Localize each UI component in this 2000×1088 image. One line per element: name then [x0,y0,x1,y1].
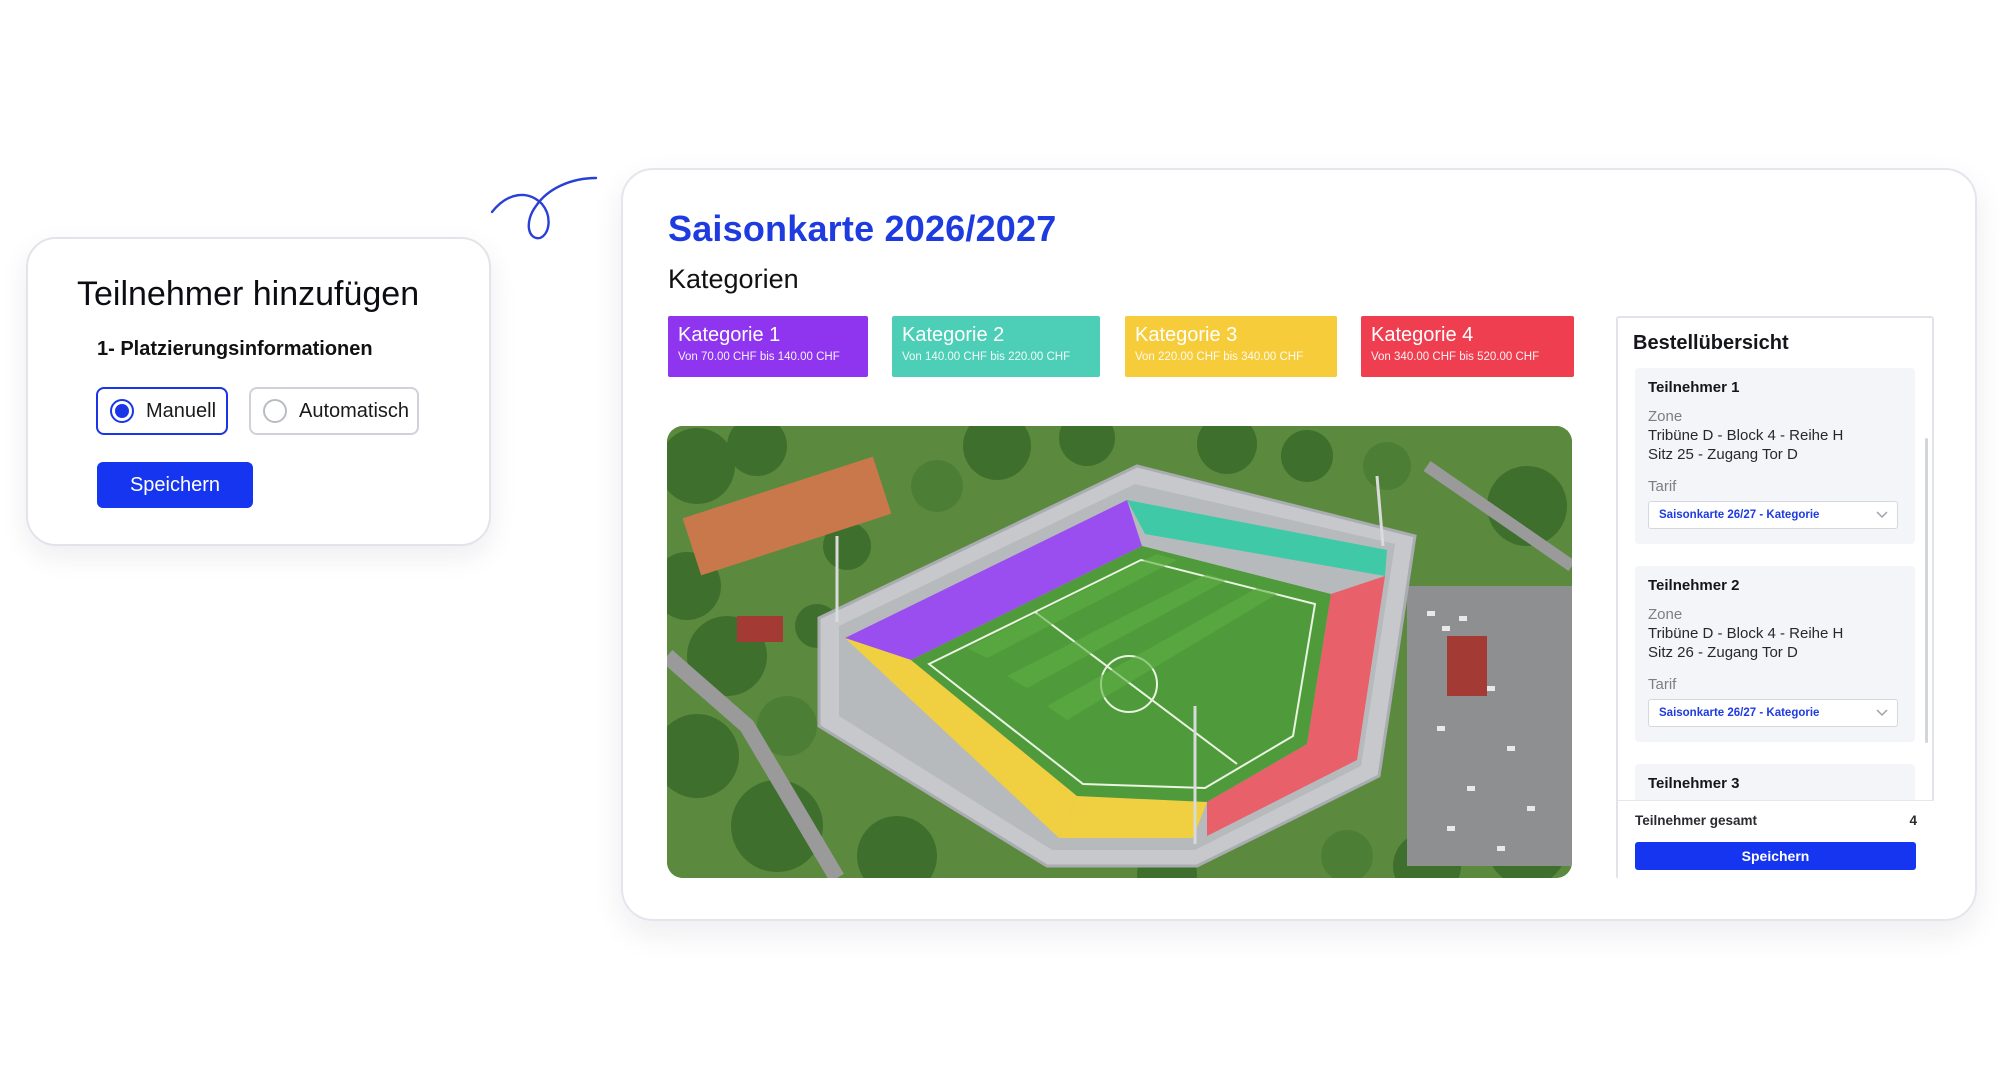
zone-line-2: Sitz 25 - Zugang Tor D [1648,446,1798,463]
participant-name: Teilnehmer 1 [1648,379,1740,396]
zone-line-1: Tribüne D - Block 4 - Reihe H [1648,427,1844,444]
zone-line-1: Tribüne D - Block 4 - Reihe H [1648,625,1844,642]
category-name: Kategorie 2 [902,324,1005,346]
category-price-range: Von 340.00 CHF bis 520.00 CHF [1371,351,1540,363]
radio-checked-icon [110,399,134,423]
category-4-chip[interactable]: Kategorie 4 Von 340.00 CHF bis 520.00 CH… [1361,316,1574,377]
category-2-chip[interactable]: Kategorie 2 Von 140.00 CHF bis 220.00 CH… [892,316,1100,377]
category-name: Kategorie 1 [678,324,781,346]
order-save-button[interactable]: Speichern [1635,842,1916,870]
categories-heading: Kategorien [668,264,799,294]
tarif-select[interactable]: Saisonkarte 26/27 - Kategorie [1648,501,1898,529]
total-participants-label: Teilnehmer gesamt [1635,813,1758,828]
zone-label: Zone [1648,606,1683,623]
participant-name: Teilnehmer 2 [1648,577,1740,594]
participant-name: Teilnehmer 3 [1648,775,1740,792]
category-name: Kategorie 3 [1135,324,1238,346]
zone-line-2: Sitz 26 - Zugang Tor D [1648,644,1798,661]
radio-label-manual: Manuell [146,399,217,422]
radio-option-manual[interactable]: Manuell [96,387,228,435]
order-overview-title: Bestellübersicht [1633,332,1789,354]
radio-label-automatic: Automatisch [299,399,410,422]
tarif-label: Tarif [1648,478,1677,495]
category-price-range: Von 140.00 CHF bis 220.00 CHF [902,351,1071,363]
participant-card: Teilnehmer 1 Zone Tribüne D - Block 4 - … [1635,368,1915,544]
tarif-select-value: Saisonkarte 26/27 - Kategorie [1659,509,1820,521]
tarif-label: Tarif [1648,676,1677,693]
chevron-down-icon [1876,511,1888,519]
add-participant-title: Teilnehmer hinzufügen [77,275,420,313]
radio-unchecked-icon [263,399,287,423]
participant-card: Teilnehmer 2 Zone Tribüne D - Block 4 - … [1635,566,1915,742]
page-title: Saisonkarte 2026/2027 [668,208,1057,249]
tarif-select[interactable]: Saisonkarte 26/27 - Kategorie [1648,699,1898,727]
participant-list[interactable]: Teilnehmer 1 Zone Tribüne D - Block 4 - … [1618,368,1934,830]
chevron-down-icon [1876,709,1888,717]
zone-label: Zone [1648,408,1683,425]
category-price-range: Von 220.00 CHF bis 340.00 CHF [1135,351,1304,363]
decorative-swirl-icon [490,176,598,240]
scrollbar[interactable] [1925,438,1928,743]
placement-info-heading: 1- Platzierungsinformationen [97,338,373,360]
order-overview-panel: Bestellübersicht Teilnehmer 1 Zone Tribü… [1616,316,1934,879]
season-ticket-card: Saisonkarte 2026/2027 Kategorien Kategor… [621,168,1977,921]
radio-option-automatic[interactable]: Automatisch [249,387,419,435]
save-button[interactable]: Speichern [97,462,253,508]
category-1-chip[interactable]: Kategorie 1 Von 70.00 CHF bis 140.00 CHF [668,316,868,377]
order-footer: Teilnehmer gesamt 4 Speichern [1618,800,1934,879]
stadium-seat-map[interactable] [667,426,1572,878]
add-participant-card: Teilnehmer hinzufügen 1- Platzierungsinf… [26,237,491,546]
total-participants-value: 4 [1909,813,1917,828]
category-price-range: Von 70.00 CHF bis 140.00 CHF [678,351,840,363]
tarif-select-value: Saisonkarte 26/27 - Kategorie [1659,707,1820,719]
category-name: Kategorie 4 [1371,324,1474,346]
category-3-chip[interactable]: Kategorie 3 Von 220.00 CHF bis 340.00 CH… [1125,316,1337,377]
